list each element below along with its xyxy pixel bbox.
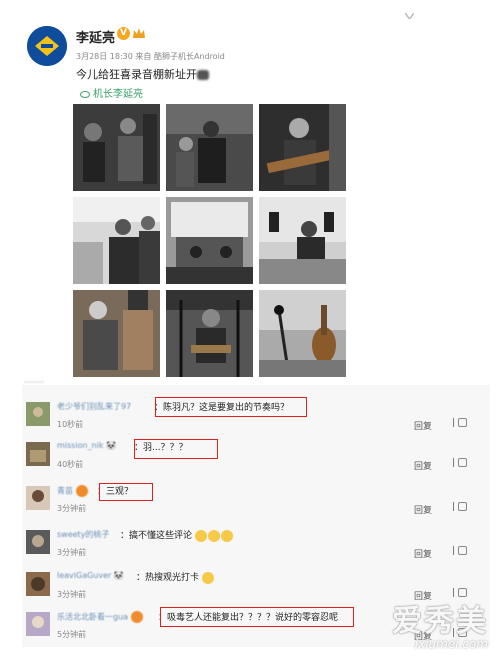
comment-text: ：搞不懂这些评论 [120,528,234,542]
comment-username[interactable]: 乐活北北卧看一gua [57,611,144,623]
list-item: 青苗 ：三观？ 3分钟前 回复 | [22,481,490,525]
sticker-icon [75,485,88,497]
avatar[interactable] [26,572,50,596]
highlight-box [99,483,153,501]
list-item: mission_nik 🐼 ：羽...？？？ 40秒前 回复 | [22,437,490,481]
avatar[interactable] [26,612,50,636]
comment-time: 40秒前 [57,460,84,469]
comment-username[interactable]: leaviGaGuver 🐼 [57,571,124,580]
photo-9[interactable] [259,290,346,377]
emoji-icon [220,529,233,542]
reply-button[interactable]: 回复 [414,459,432,472]
comment-username[interactable]: 老少爷们别乱来了97 [57,401,131,412]
like-button[interactable]: | [452,418,469,428]
author-name[interactable]: 李延亮 [76,27,115,46]
emoji-icon [194,529,207,542]
crown-icon [133,28,145,38]
comment-time: 5分钟前 [57,630,87,639]
mention-link[interactable]: 机长李延亮 [80,85,143,100]
photo-4[interactable] [73,197,160,284]
comment-time: 3分钟前 [57,590,87,599]
comment-time: 3分钟前 [57,548,87,557]
post-text: 今儿给狂喜录音棚新址开 [76,66,209,82]
thumbs-up-icon [457,418,467,427]
avatar[interactable] [27,26,67,66]
comment-time: 10秒前 [57,420,84,429]
post-meta: 3月28日 18:30 来自 酷狮子机长Android [76,52,225,61]
reply-button[interactable]: 回复 [414,419,432,432]
like-button[interactable]: | [452,458,469,468]
reply-button[interactable]: 回复 [414,503,432,516]
photo-grid [73,104,348,378]
chevron-down-icon[interactable] [405,13,414,19]
sticker-icon [130,611,143,623]
thumbs-up-icon [457,458,467,467]
weibo-post: 李延亮 V 3月28日 18:30 来自 酷狮子机长Android 今儿给狂喜录… [0,0,500,380]
photo-5[interactable] [166,197,253,284]
eye-icon [80,90,90,98]
photo-6[interactable] [259,197,346,284]
emoji-icon [207,529,220,542]
comment-time: 3分钟前 [57,504,87,513]
comment-text: ：热搜观光打卡 [136,570,215,584]
watermark: 爱秀美 ixiumei.com [392,596,488,651]
highlight-box [160,607,354,627]
avatar[interactable] [26,442,50,466]
highlight-box [134,439,218,459]
avatar[interactable] [26,486,50,510]
reply-button[interactable]: 回复 [414,547,432,560]
avatar[interactable] [26,402,50,426]
list-item: 老少爷们别乱来了97 ：陈羽凡？这是要复出的节奏吗？ 10秒前 回复 | [22,397,490,441]
comment-username[interactable]: sweety的桃子 [57,529,109,540]
like-button[interactable]: | [452,546,469,556]
thumbs-up-icon [457,502,467,511]
list-item: sweety的桃子 ：搞不懂这些评论 3分钟前 回复 | [22,525,490,569]
like-button[interactable]: | [452,502,469,512]
avatar[interactable] [26,530,50,554]
emoji-icon [201,571,214,584]
comment-username[interactable]: mission_nik 🐼 [57,441,116,450]
photo-8[interactable] [166,290,253,377]
photo-7[interactable] [73,290,160,377]
highlight-box [155,397,307,417]
photo-3[interactable] [259,104,346,191]
thumbs-up-icon [457,546,467,555]
comment-username[interactable]: 青苗 [57,485,89,497]
watermark-title: 爱秀美 [392,604,488,639]
verified-badge-icon: V [117,27,130,40]
photo-1[interactable] [73,104,160,191]
photo-2[interactable] [166,104,253,191]
